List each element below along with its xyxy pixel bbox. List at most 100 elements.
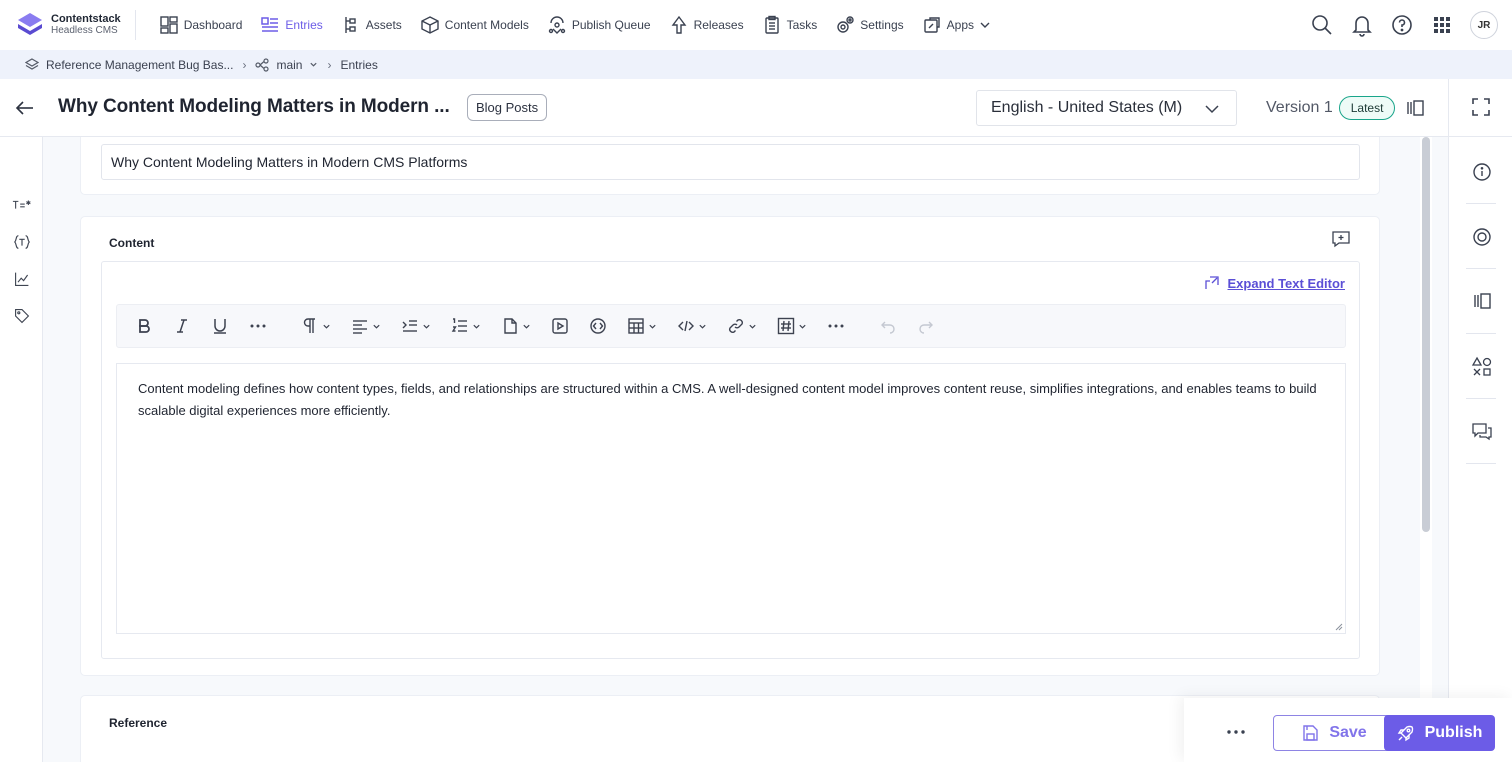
- alignment-dropdown[interactable]: [345, 311, 387, 341]
- expand-text-editor-link[interactable]: Expand Text Editor: [1204, 275, 1346, 291]
- chevron-down-icon: [649, 324, 656, 329]
- undo-button[interactable]: [873, 311, 903, 341]
- target-icon[interactable]: [1471, 226, 1493, 248]
- nav-publish-queue-label: Publish Queue: [571, 18, 651, 32]
- locale-select-value: English - United States (M): [991, 99, 1183, 116]
- hashtag-dropdown[interactable]: [771, 311, 813, 341]
- content-field-card: Content Expand Text Editor Content model…: [80, 216, 1380, 676]
- user-avatar[interactable]: JR: [1470, 11, 1498, 39]
- save-button-label: Save: [1329, 724, 1367, 741]
- ordered-list-icon: [451, 318, 467, 332]
- code-dropdown[interactable]: [671, 311, 713, 341]
- save-button[interactable]: Save: [1273, 715, 1395, 751]
- underline-icon: [214, 319, 226, 334]
- save-icon: [1303, 725, 1319, 741]
- resize-handle-icon[interactable]: [1335, 623, 1343, 631]
- insert-asset-dropdown[interactable]: [495, 311, 537, 341]
- rail-divider: [1466, 268, 1496, 269]
- chevron-down-icon: [323, 324, 330, 329]
- add-comment-icon[interactable]: [1331, 229, 1351, 249]
- help-icon[interactable]: [1390, 13, 1414, 37]
- version-info[interactable]: Version 1 Latest: [1266, 96, 1396, 120]
- title-field-card: Why Content Modeling Matters in Modern C…: [80, 137, 1380, 195]
- table-icon: [628, 318, 644, 334]
- branch-icon: [255, 57, 270, 72]
- info-icon[interactable]: [1471, 161, 1493, 183]
- title-input[interactable]: Why Content Modeling Matters in Modern C…: [101, 144, 1360, 180]
- rich-text-editor: Expand Text Editor Content modeling defi…: [101, 261, 1360, 659]
- chevron-right-icon: ›: [242, 57, 247, 72]
- tasks-icon: [764, 15, 779, 34]
- editor-toolbar: [116, 304, 1346, 348]
- tag-icon[interactable]: [12, 306, 32, 326]
- more-formatting-button[interactable]: [243, 311, 273, 341]
- nav-publish-queue[interactable]: Publish Queue: [538, 0, 660, 50]
- chart-line-icon[interactable]: [12, 269, 32, 289]
- table-dropdown[interactable]: [621, 311, 663, 341]
- contentstack-logo-icon: [18, 13, 42, 35]
- fullscreen-icon[interactable]: [1470, 96, 1492, 118]
- dashboard-icon: [159, 16, 178, 34]
- underline-button[interactable]: [205, 311, 235, 341]
- chevron-down-icon: [373, 324, 380, 329]
- compare-panel-icon[interactable]: [1471, 290, 1493, 312]
- brand[interactable]: Contentstack Headless CMS: [16, 10, 136, 40]
- hashtag-icon: [777, 317, 795, 335]
- app-grid-icon[interactable]: [1430, 13, 1454, 37]
- chevron-down-icon: [699, 324, 706, 329]
- breadcrumb-section[interactable]: Entries: [340, 58, 377, 72]
- indent-dropdown[interactable]: [395, 311, 437, 341]
- expand-editor-icon: [1204, 276, 1219, 289]
- locale-select[interactable]: English - United States (M): [976, 90, 1237, 126]
- redo-button[interactable]: [911, 311, 941, 341]
- indent-icon: [402, 320, 417, 332]
- nav-entries[interactable]: Entries: [251, 0, 331, 50]
- json-rte-icon[interactable]: [12, 232, 32, 252]
- extensions-shapes-icon[interactable]: [1471, 356, 1493, 378]
- bell-icon[interactable]: [1350, 13, 1374, 37]
- search-icon[interactable]: [1310, 13, 1334, 37]
- scrollbar-thumb[interactable]: [1422, 137, 1430, 532]
- nav-settings[interactable]: Settings: [826, 0, 912, 50]
- align-left-icon: [353, 320, 367, 334]
- assets-icon: [345, 17, 356, 33]
- embed-entry-button[interactable]: [583, 311, 613, 341]
- embed-video-button[interactable]: [545, 311, 575, 341]
- breadcrumb-stack[interactable]: Reference Management Bug Bas...: [25, 58, 233, 72]
- nav-releases-label: Releases: [693, 18, 744, 32]
- expand-text-editor-label: Expand Text Editor: [1227, 275, 1346, 291]
- nav-content-models[interactable]: Content Models: [411, 0, 538, 50]
- rail-divider: [1466, 203, 1496, 204]
- editor-content[interactable]: Content modeling defines how content typ…: [116, 363, 1346, 634]
- more-tools-button[interactable]: [821, 311, 851, 341]
- back-arrow-icon[interactable]: [14, 97, 36, 119]
- italic-button[interactable]: [167, 311, 197, 341]
- link-dropdown[interactable]: [721, 311, 763, 341]
- nav-apps[interactable]: Apps: [913, 0, 1000, 50]
- discussion-icon[interactable]: [1471, 420, 1493, 442]
- entries-icon: [261, 17, 279, 32]
- bold-icon: [139, 319, 150, 333]
- nav-releases[interactable]: Releases: [660, 0, 753, 50]
- nav-tasks[interactable]: Tasks: [753, 0, 827, 50]
- nav-tasks-label: Tasks: [786, 18, 818, 32]
- list-dropdown[interactable]: [445, 311, 487, 341]
- more-horizontal-icon: [828, 324, 844, 328]
- breadcrumb-section-label: Entries: [340, 57, 378, 72]
- entry-form: Why Content Modeling Matters in Modern C…: [44, 137, 1424, 762]
- title-field-icon[interactable]: [12, 195, 32, 215]
- publish-button-label: Publish: [1424, 724, 1483, 741]
- nav-assets[interactable]: Assets: [332, 0, 411, 50]
- compare-panel-icon[interactable]: [1405, 98, 1425, 118]
- embed-entry-icon: [590, 318, 606, 334]
- more-actions-icon[interactable]: [1224, 720, 1248, 744]
- publish-button[interactable]: Publish: [1384, 715, 1495, 751]
- content-type-badge[interactable]: Blog Posts: [467, 94, 548, 121]
- chevron-down-icon: [749, 324, 756, 329]
- breadcrumb-branch[interactable]: main: [255, 58, 318, 72]
- nav-dashboard[interactable]: Dashboard: [150, 0, 252, 50]
- paragraph-dropdown[interactable]: [295, 311, 337, 341]
- scrollbar[interactable]: [1420, 137, 1432, 762]
- bold-button[interactable]: [129, 311, 159, 341]
- rail-divider: [1466, 398, 1496, 399]
